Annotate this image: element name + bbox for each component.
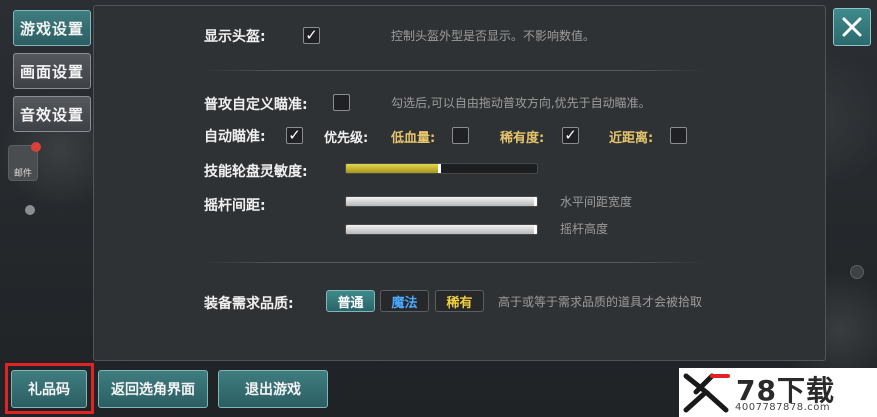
- equipment-quality-hint: 高于或等于需求品质的道具才会被拾取: [498, 295, 703, 309]
- mail-label: 邮件: [13, 169, 32, 179]
- slider-knob[interactable]: [534, 197, 537, 206]
- slider-knob[interactable]: [534, 225, 537, 234]
- custom-aim-label: 普攻自定义瞄准:: [204, 97, 308, 113]
- joystick-height-slider[interactable]: [345, 224, 538, 235]
- auto-aim-checkbox[interactable]: ✓: [286, 127, 303, 144]
- auto-aim-label: 自动瞄准:: [204, 129, 266, 145]
- slider-knob[interactable]: [437, 164, 441, 173]
- background-dot: [850, 265, 864, 279]
- custom-aim-hint: 勾选后,可以自由拖动普攻方向,优先于自动瞄准。: [391, 96, 651, 110]
- joystick-horizontal-hint: 水平间距宽度: [560, 195, 633, 209]
- show-helmet-label: 显示头盔:: [204, 29, 266, 45]
- custom-aim-checkbox[interactable]: [333, 94, 350, 111]
- checkmark-icon: ✓: [305, 26, 318, 44]
- background-dot: [25, 205, 35, 215]
- divider: [204, 70, 706, 71]
- notification-dot: [31, 142, 41, 152]
- skill-sensitivity-slider[interactable]: [345, 163, 538, 174]
- nearest-checkbox[interactable]: [670, 127, 687, 144]
- joystick-spacing-label: 摇杆间距:: [204, 198, 266, 214]
- slider-fill: [346, 164, 440, 173]
- rarity-checkbox[interactable]: ✓: [562, 127, 579, 144]
- checkmark-icon: ✓: [288, 126, 301, 144]
- divider: [204, 262, 706, 263]
- low-hp-checkbox[interactable]: [452, 127, 469, 144]
- priority-label: 优先级:: [324, 131, 369, 146]
- tab-audio-settings[interactable]: 音效设置: [13, 96, 91, 132]
- gift-code-button[interactable]: 礼品码: [11, 370, 87, 408]
- back-to-character-button[interactable]: 返回选角界面: [98, 370, 208, 408]
- joystick-height-hint: 摇杆高度: [560, 222, 609, 236]
- quality-rare-button[interactable]: 稀有: [435, 290, 484, 312]
- exit-game-button[interactable]: 退出游戏: [218, 370, 328, 408]
- tab-game-settings[interactable]: 游戏设置: [13, 10, 91, 46]
- nearest-label: 近距离:: [609, 131, 654, 146]
- quality-magic-button[interactable]: 魔法: [380, 290, 429, 312]
- slider-fill: [346, 225, 537, 234]
- low-hp-label: 低血量:: [391, 131, 436, 146]
- mail-icon: 邮件: [8, 142, 41, 181]
- equipment-quality-label: 装备需求品质:: [204, 296, 294, 312]
- watermark: 78下载 4007787878.com: [679, 368, 877, 417]
- close-icon: [842, 17, 862, 37]
- close-button[interactable]: [833, 8, 871, 46]
- skill-sensitivity-label: 技能轮盘灵敏度:: [204, 164, 308, 180]
- settings-panel: 显示头盔: ✓ 控制头盔外型是否显示。不影响数值。 普攻自定义瞄准: 勾选后,可…: [93, 5, 826, 361]
- show-helmet-checkbox[interactable]: ✓: [303, 27, 320, 44]
- watermark-logo-icon: [683, 373, 730, 413]
- show-helmet-hint: 控制头盔外型是否显示。不影响数值。: [391, 29, 596, 43]
- rarity-label: 稀有度:: [500, 131, 545, 146]
- quality-normal-button[interactable]: 普通: [326, 290, 375, 312]
- tab-graphics-settings[interactable]: 画面设置: [13, 53, 91, 89]
- joystick-horizontal-slider[interactable]: [345, 196, 538, 207]
- slider-fill: [346, 197, 537, 206]
- checkmark-icon: ✓: [564, 126, 577, 144]
- watermark-url: 4007787878.com: [735, 402, 831, 413]
